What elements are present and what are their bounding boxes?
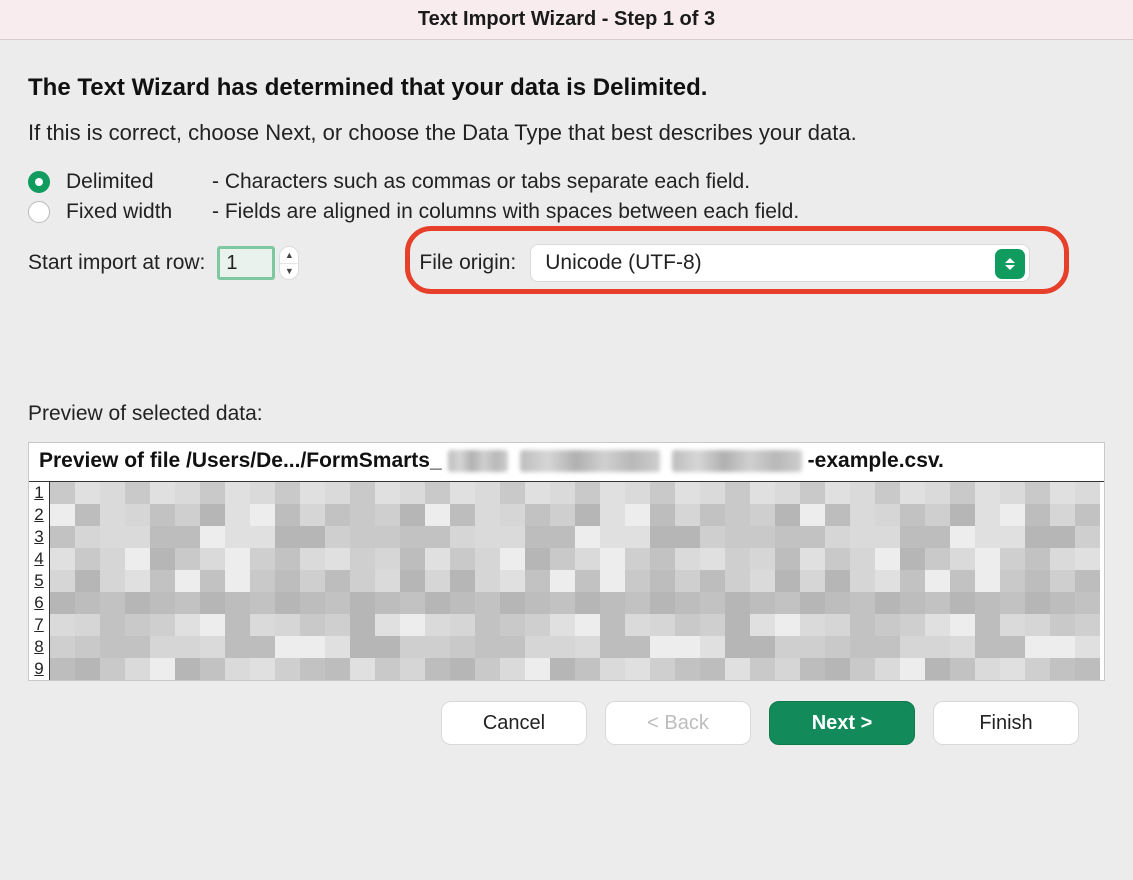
- radio-delimited[interactable]: [28, 171, 50, 193]
- line-number: 7: [29, 614, 49, 636]
- preview-pixelated-area: [50, 482, 1104, 680]
- radio-delimited-label: Delimited: [66, 170, 196, 194]
- start-row-stepper: ▲ ▼: [279, 246, 299, 280]
- next-button[interactable]: Next >: [769, 701, 915, 745]
- start-row-box: ▲ ▼: [217, 246, 299, 280]
- preview-file-prefix: Preview of file /Users/De.../FormSmarts_: [39, 449, 442, 473]
- option-fixed-row: Fixed width - Fields are aligned in colu…: [28, 200, 1105, 224]
- preview-line-numbers: 1 2 3 4 5 6 7 8 9: [29, 482, 50, 680]
- redacted-segment: [520, 450, 660, 472]
- preview-file-header: Preview of file /Users/De.../FormSmarts_…: [29, 443, 1104, 481]
- preview-label: Preview of selected data:: [28, 402, 1105, 426]
- finish-button[interactable]: Finish: [933, 701, 1079, 745]
- file-origin-label: File origin:: [419, 251, 516, 275]
- line-number: 2: [29, 504, 49, 526]
- back-button[interactable]: < Back: [605, 701, 751, 745]
- title-bar: Text Import Wizard - Step 1 of 3: [0, 0, 1133, 40]
- line-number: 1: [29, 482, 49, 504]
- radio-fixed-label: Fixed width: [66, 200, 196, 224]
- stepper-down-icon[interactable]: ▼: [280, 263, 298, 280]
- row-controls: Start import at row: ▲ ▼ File origin: Un…: [28, 244, 1105, 282]
- start-row-input[interactable]: [217, 246, 275, 280]
- wizard-buttons: Cancel < Back Next > Finish: [28, 701, 1105, 745]
- select-chevron-icon: [995, 249, 1025, 279]
- preview-grid: 1 2 3 4 5 6 7 8 9: [29, 481, 1104, 680]
- stepper-up-icon[interactable]: ▲: [280, 247, 298, 263]
- wizard-content: The Text Wizard has determined that your…: [0, 40, 1133, 745]
- preview-box: Preview of file /Users/De.../FormSmarts_…: [28, 442, 1105, 681]
- start-row-label: Start import at row:: [28, 251, 205, 275]
- line-number: 4: [29, 548, 49, 570]
- option-delimited-row: Delimited - Characters such as commas or…: [28, 170, 1105, 194]
- line-number: 5: [29, 570, 49, 592]
- radio-fixed-width[interactable]: [28, 201, 50, 223]
- line-number: 8: [29, 636, 49, 658]
- redacted-segment: [672, 450, 802, 472]
- file-origin-select[interactable]: Unicode (UTF-8): [530, 244, 1030, 282]
- line-number: 6: [29, 592, 49, 614]
- line-number: 9: [29, 658, 49, 680]
- window-title: Text Import Wizard - Step 1 of 3: [418, 8, 715, 31]
- radio-delimited-desc: - Characters such as commas or tabs sepa…: [212, 170, 750, 194]
- wizard-subtext: If this is correct, choose Next, or choo…: [28, 120, 1105, 146]
- file-origin-group: File origin: Unicode (UTF-8): [419, 244, 1030, 282]
- line-number: 3: [29, 526, 49, 548]
- wizard-heading: The Text Wizard has determined that your…: [28, 74, 1105, 102]
- redacted-segment: [448, 450, 508, 472]
- radio-fixed-desc: - Fields are aligned in columns with spa…: [212, 200, 799, 224]
- file-origin-value: Unicode (UTF-8): [545, 251, 701, 275]
- preview-file-suffix: -example.csv.: [808, 449, 944, 473]
- cancel-button[interactable]: Cancel: [441, 701, 587, 745]
